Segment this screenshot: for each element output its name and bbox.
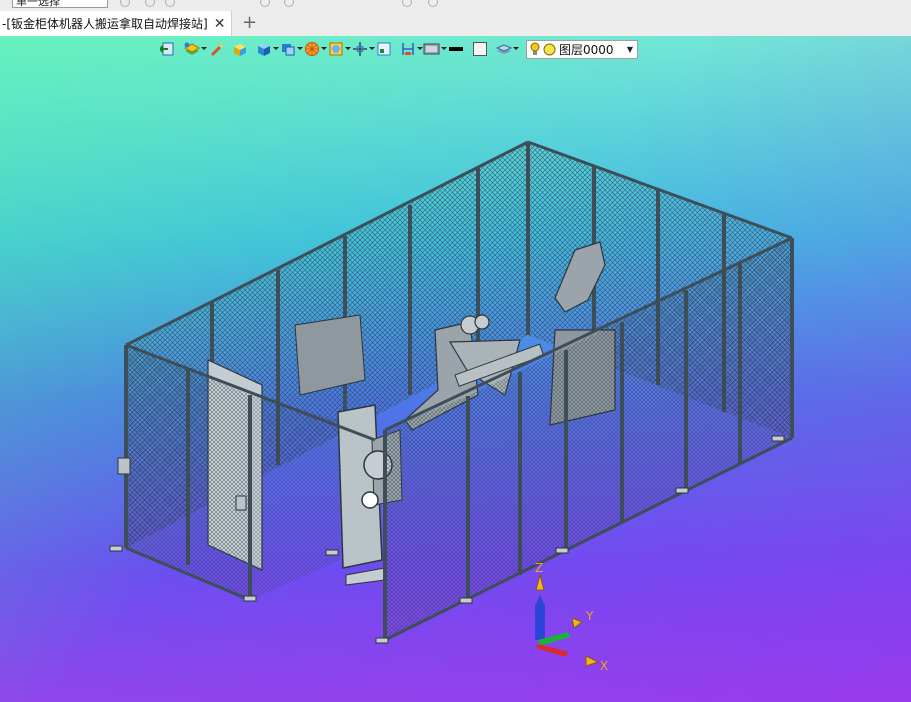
undo-icon[interactable] bbox=[260, 0, 270, 7]
view-toolbar: 图层0000 ▼ bbox=[158, 38, 638, 60]
model-view[interactable]: Z Y X bbox=[0, 36, 911, 702]
layer-manager-icon[interactable] bbox=[182, 40, 207, 58]
axis-y-label: Y bbox=[585, 609, 594, 623]
shading-icon[interactable] bbox=[326, 40, 351, 58]
line-color-icon[interactable] bbox=[446, 40, 466, 58]
axis-triad: Z Y X bbox=[535, 561, 608, 673]
bulb-icon[interactable] bbox=[530, 42, 540, 56]
axis-z-label: Z bbox=[535, 561, 543, 575]
layer-selector[interactable]: 图层0000 ▼ bbox=[526, 39, 638, 59]
close-icon[interactable]: ✕ bbox=[214, 16, 226, 32]
solid-box-icon[interactable] bbox=[230, 40, 250, 58]
cube-view-icon[interactable] bbox=[254, 40, 279, 58]
layer-name: 图层0000 bbox=[559, 42, 614, 57]
filter-icon[interactable] bbox=[145, 0, 155, 7]
origin-icon[interactable] bbox=[350, 40, 375, 58]
settings-icon[interactable] bbox=[402, 0, 412, 7]
view-orient-icon[interactable] bbox=[278, 40, 303, 58]
tab-document[interactable]: - [钣金柜体机器人搬运拿取自动焊接站] ✕ bbox=[0, 11, 232, 36]
selection-filter-combo[interactable]: 单一选择 bbox=[12, 0, 108, 8]
chevron-down-icon[interactable]: ▼ bbox=[627, 45, 633, 54]
display-style-icon[interactable] bbox=[422, 40, 447, 58]
tab-document-label: [钣金柜体机器人搬运拿取自动焊接站] bbox=[6, 17, 208, 31]
axis-x-label: X bbox=[600, 659, 608, 673]
measure-icon[interactable] bbox=[398, 40, 423, 58]
layer-color-icon bbox=[543, 43, 556, 55]
help-icon[interactable] bbox=[428, 0, 438, 7]
document-tab-bar: - [钣金柜体机器人搬运拿取自动焊接站] ✕ + bbox=[0, 10, 911, 37]
layer-stack-icon[interactable] bbox=[494, 40, 519, 58]
snap-icon[interactable] bbox=[165, 0, 175, 7]
exit-sketch-icon[interactable] bbox=[158, 40, 178, 58]
draw-brush-icon[interactable] bbox=[206, 40, 226, 58]
3d-viewport[interactable]: 图层0000 ▼ Z Y X bbox=[0, 36, 911, 702]
face-color-icon[interactable] bbox=[470, 40, 490, 58]
redo-icon[interactable] bbox=[284, 0, 294, 7]
new-tab-button[interactable]: + bbox=[242, 12, 257, 33]
pick-icon[interactable] bbox=[120, 0, 130, 7]
render-mode-icon[interactable] bbox=[302, 40, 327, 58]
section-view-icon[interactable] bbox=[374, 40, 394, 58]
